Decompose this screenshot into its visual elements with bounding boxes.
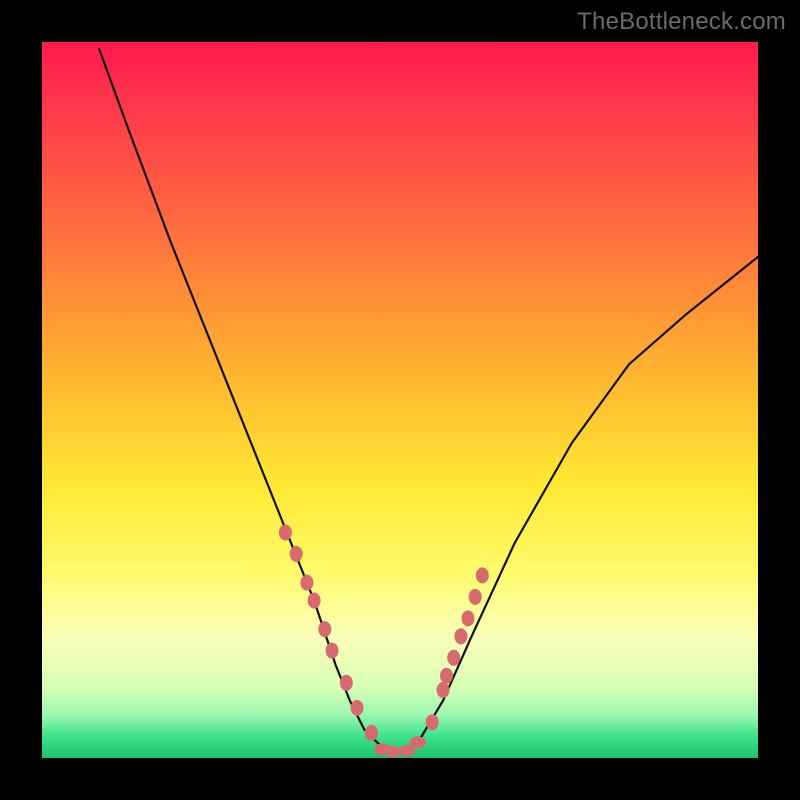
chart-frame: TheBottleneck.com <box>0 0 800 800</box>
data-marker <box>300 575 313 591</box>
data-marker <box>426 714 439 730</box>
data-marker <box>279 525 292 541</box>
data-marker <box>469 589 482 605</box>
data-markers <box>279 525 489 758</box>
data-marker <box>462 610 475 626</box>
bottleneck-curve <box>99 49 758 751</box>
data-marker <box>351 700 364 716</box>
data-marker <box>365 725 378 741</box>
data-marker <box>385 746 401 758</box>
data-marker <box>410 736 426 748</box>
data-marker <box>476 567 489 583</box>
data-marker <box>454 628 467 644</box>
plot-area <box>42 42 758 758</box>
data-marker <box>290 546 303 562</box>
data-marker <box>326 643 339 659</box>
watermark-text: TheBottleneck.com <box>577 8 786 36</box>
data-marker <box>440 668 453 684</box>
data-marker <box>308 593 321 609</box>
data-marker <box>340 675 353 691</box>
curve-layer <box>42 42 758 758</box>
data-marker <box>447 650 460 666</box>
data-marker <box>437 682 450 698</box>
data-marker <box>318 621 331 637</box>
